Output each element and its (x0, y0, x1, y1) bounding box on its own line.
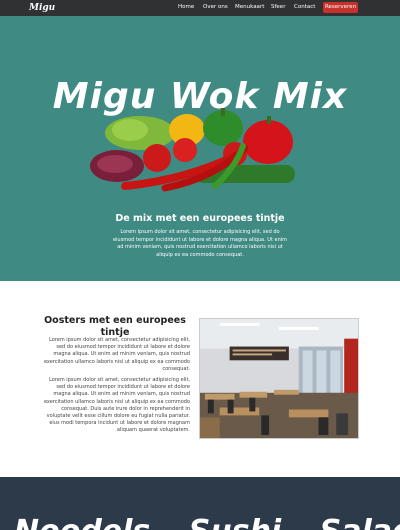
about-section: Oosters met een europees tintje Lorem ip… (0, 281, 400, 477)
category-salades: Salades (320, 514, 400, 530)
menu-categories-title: Noodels Sushi Salades (0, 515, 400, 530)
nav-item-menukaart[interactable]: Menukaart (235, 3, 264, 12)
about-paragraph-1: Lorem ipsum dolor sit amet, consectetur … (43, 337, 190, 372)
nav-item-contact[interactable]: Contact (294, 3, 315, 12)
hero-subtitle: De mix met een europees tintje (115, 213, 285, 224)
brand-logo[interactable]: Migu (29, 2, 55, 14)
category-noodels: Noodels (14, 514, 150, 530)
hero-text: Lorem ipsum dolor sit amet, consectetur … (112, 229, 288, 258)
menu-categories-section: Noodels Sushi Salades (0, 477, 400, 530)
vegetables-image (90, 108, 295, 192)
nav-item-home[interactable]: Home (178, 3, 194, 12)
about-paragraph-2: Lorem ipsum dolor sit amet, consectetur … (43, 377, 190, 434)
nav-item-over-ons[interactable]: Over ons (203, 3, 228, 12)
restaurant-photo (199, 318, 359, 439)
hero-section: Migu Wok Mix De mix met een europees tin… (0, 16, 400, 281)
about-title: Oosters met een europees tintje (44, 315, 186, 338)
reserve-button[interactable]: Reserveren (323, 2, 358, 13)
nav-item-sfeer[interactable]: Sfeer (271, 3, 285, 12)
navbar: Migu Home Over ons Menukaart Sfeer Conta… (0, 0, 400, 16)
category-sushi: Sushi (189, 514, 281, 530)
